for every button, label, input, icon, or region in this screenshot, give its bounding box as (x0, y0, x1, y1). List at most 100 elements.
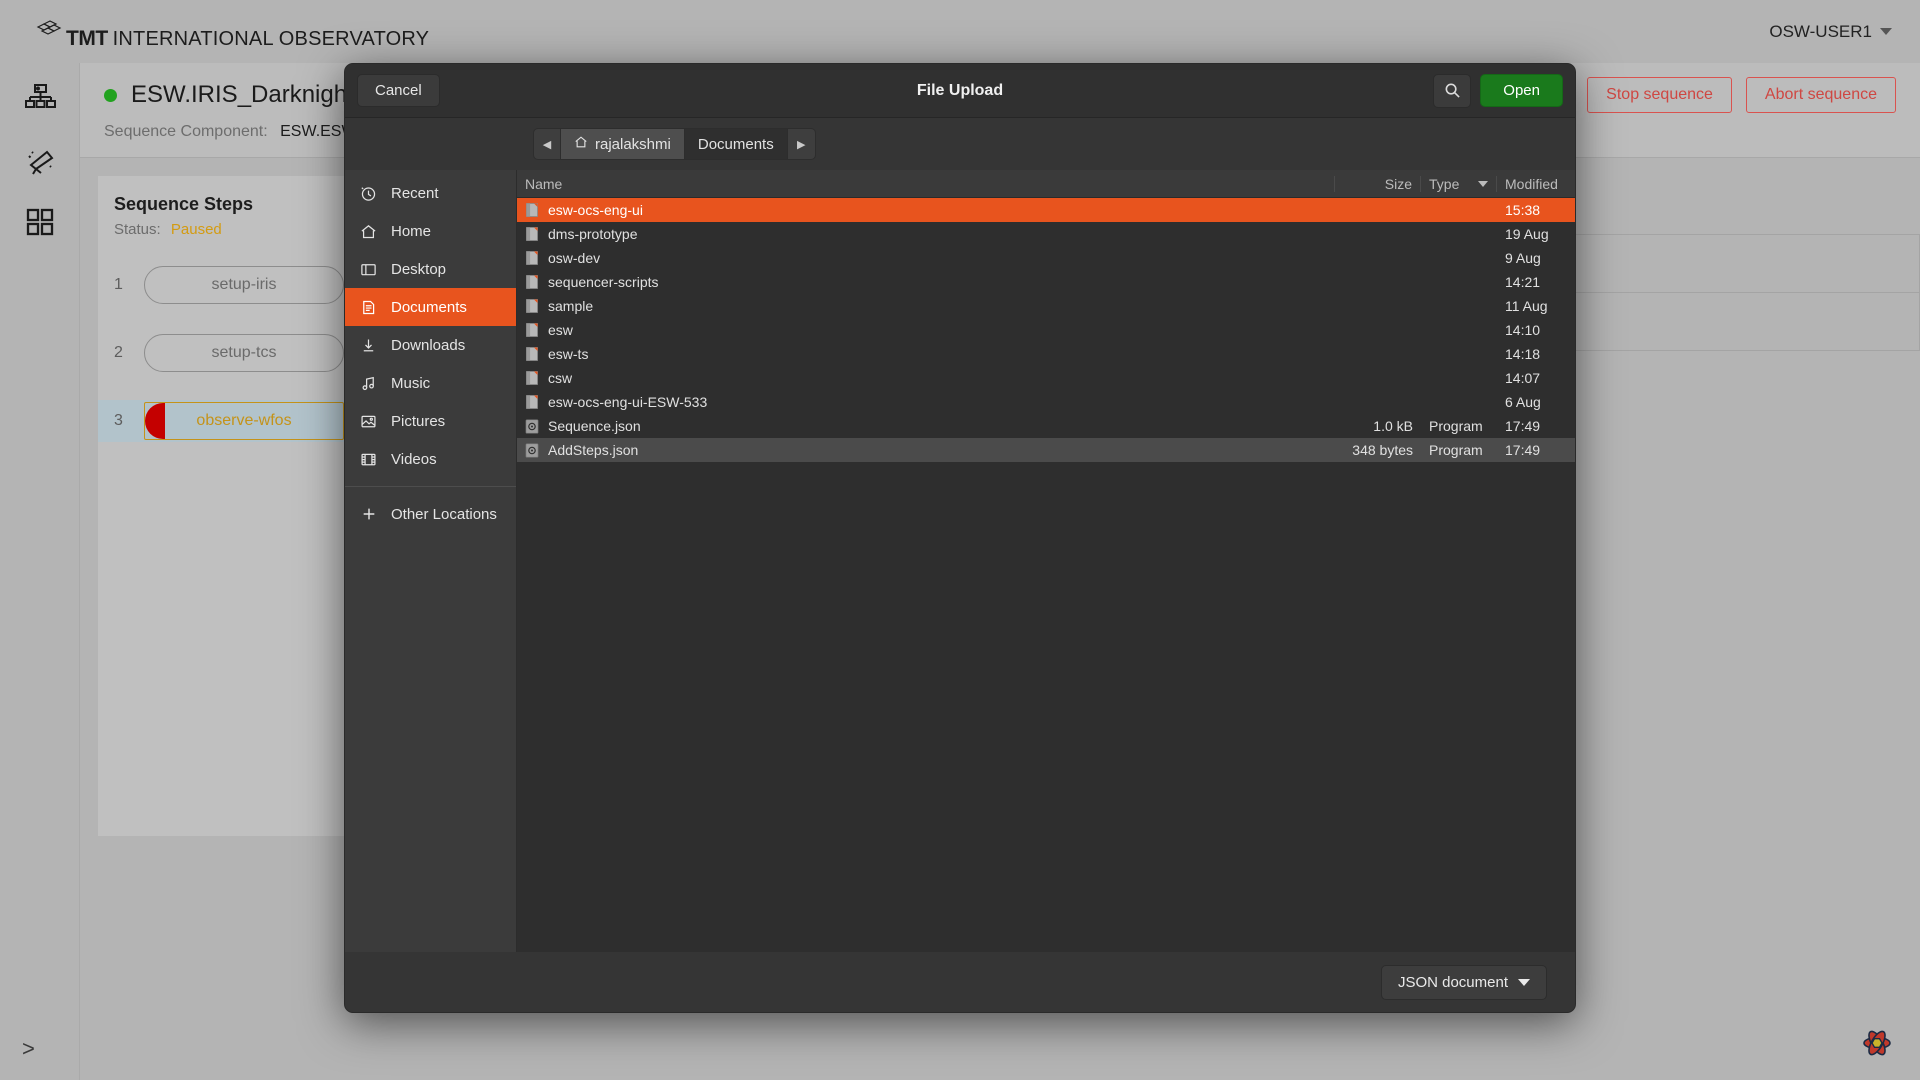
places-list: Recent Home Desktop Documents Downloads Music… (345, 174, 516, 478)
file-row[interactable]: osw-dev 9 Aug (517, 246, 1575, 270)
file-size-cell: 1.0 kB (1373, 418, 1413, 434)
sidebar-item-documents[interactable]: Documents (345, 288, 516, 326)
file-type-cell: Program (1429, 418, 1483, 434)
chevron-right-icon[interactable]: ▶ (787, 128, 816, 160)
breadcrumb-home-label: rajalakshmi (595, 135, 671, 153)
clock-icon (359, 184, 378, 203)
file-row[interactable]: Sequence.json 1.0 kB Program 17:49 (517, 414, 1575, 438)
column-header-type-label: Type (1429, 175, 1460, 192)
file-modified-cell: 14:21 (1505, 274, 1541, 290)
dialog-overlay: Cancel File Upload Open ◀ rajalakshmi Do… (0, 0, 1920, 1080)
sidebar-item-label: Home (391, 222, 432, 240)
file-name-cell: sample (517, 298, 1335, 314)
folder-icon (525, 226, 539, 242)
cancel-button[interactable]: Cancel (357, 74, 440, 107)
file-name-cell: Sequence.json (517, 418, 1335, 434)
sidebar-item-other-locations[interactable]: Other Locations (345, 495, 516, 533)
column-header-name[interactable]: Name (517, 175, 1335, 192)
file-name-cell: sequencer-scripts (517, 274, 1335, 290)
sidebar-item-downloads[interactable]: Downloads (345, 326, 516, 364)
file-type-filter-button[interactable]: JSON document (1380, 964, 1547, 1000)
sidebar-item-label: Documents (391, 298, 467, 316)
dialog-title: File Upload (916, 81, 1004, 99)
file-name: esw-ocs-eng-ui (548, 202, 643, 218)
file-name: esw (548, 322, 573, 338)
file-name: AddSteps.json (548, 442, 639, 458)
file-modified-cell: 14:18 (1505, 346, 1541, 362)
breadcrumb-home[interactable]: rajalakshmi (561, 128, 685, 160)
folder-icon (525, 298, 539, 314)
file-row[interactable]: dms-prototype 19 Aug (517, 222, 1575, 246)
sidebar-item-label: Recent (391, 184, 439, 202)
sidebar-item-label: Desktop (391, 260, 447, 278)
file-list: esw-ocs-eng-ui 15:38 dms-prototype 19 Aug os… (517, 198, 1575, 952)
sidebar-item-videos[interactable]: Videos (345, 440, 516, 478)
video-icon (359, 450, 378, 469)
file-name: Sequence.json (548, 418, 641, 434)
file-modified-cell: 15:38 (1505, 202, 1541, 218)
divider (345, 486, 516, 487)
plus-icon (359, 505, 378, 524)
file-name: sample (548, 298, 594, 314)
sidebar-item-desktop[interactable]: Desktop (345, 250, 516, 288)
breadcrumb-current[interactable]: Documents (684, 128, 788, 160)
file-modified-cell: 11 Aug (1505, 298, 1548, 314)
file-row[interactable]: esw 14:10 (517, 318, 1575, 342)
folder-icon (525, 250, 539, 266)
folder-icon (525, 370, 539, 386)
file-row[interactable]: esw-ocs-eng-ui-ESW-533 6 Aug (517, 390, 1575, 414)
chevron-left-icon[interactable]: ◀ (533, 128, 561, 160)
file-name-cell: esw-ocs-eng-ui (517, 202, 1335, 218)
file-name-cell: csw (517, 370, 1335, 386)
column-header-modified[interactable]: Modified (1497, 176, 1575, 192)
sidebar-item-label: Videos (391, 450, 437, 468)
file-modified-cell: 14:10 (1505, 322, 1541, 338)
folder-icon (525, 202, 539, 218)
folder-icon (525, 346, 539, 362)
music-icon (359, 374, 378, 393)
column-header-type[interactable]: Type (1421, 175, 1497, 192)
file-list-header: Name Size Type Modified (517, 170, 1575, 198)
file-modified-cell: 17:49 (1505, 442, 1541, 458)
file-upload-dialog: Cancel File Upload Open ◀ rajalakshmi Do… (344, 63, 1576, 1013)
desktop-icon (359, 260, 378, 279)
file-icon (525, 418, 539, 434)
file-name: esw-ocs-eng-ui-ESW-533 (548, 394, 708, 410)
file-name-cell: dms-prototype (517, 226, 1335, 242)
file-row[interactable]: csw 14:07 (517, 366, 1575, 390)
sort-descending-icon (1478, 180, 1488, 187)
column-header-size[interactable]: Size (1335, 175, 1421, 192)
file-list-panel: Name Size Type Modified esw-ocs-eng-ui 15… (517, 170, 1575, 952)
home-icon (359, 222, 378, 241)
sidebar-item-label: Music (391, 374, 431, 392)
download-icon (359, 336, 378, 355)
file-row[interactable]: sequencer-scripts 14:21 (517, 270, 1575, 294)
folder-icon (525, 322, 539, 338)
sidebar-item-home[interactable]: Home (345, 212, 516, 250)
file-name: dms-prototype (548, 226, 638, 242)
file-row[interactable]: esw-ts 14:18 (517, 342, 1575, 366)
file-name-cell: osw-dev (517, 250, 1335, 266)
file-row[interactable]: sample 11 Aug (517, 294, 1575, 318)
sidebar-item-music[interactable]: Music (345, 364, 516, 402)
sidebar-item-label: Other Locations (391, 505, 497, 523)
file-name: sequencer-scripts (548, 274, 659, 290)
file-name-cell: esw-ts (517, 346, 1335, 362)
open-button[interactable]: Open (1480, 74, 1563, 107)
breadcrumb: ◀ rajalakshmi Documents ▶ (533, 128, 816, 160)
file-modified-cell: 14:07 (1505, 370, 1541, 386)
path-bar: ◀ rajalakshmi Documents ▶ (345, 118, 1575, 170)
file-icon (525, 442, 539, 458)
file-modified-cell: 17:49 (1505, 418, 1541, 434)
file-row[interactable]: esw-ocs-eng-ui 15:38 (517, 198, 1575, 222)
file-modified-cell: 19 Aug (1505, 226, 1549, 242)
sidebar-item-label: Downloads (391, 336, 466, 354)
file-row[interactable]: AddSteps.json 348 bytes Program 17:49 (517, 438, 1575, 462)
file-type-filter-label: JSON document (1397, 973, 1508, 991)
search-icon[interactable] (1433, 73, 1472, 108)
folder-icon (525, 274, 539, 290)
dialog-footer: JSON document (345, 952, 1575, 1012)
sidebar-item-pictures[interactable]: Pictures (345, 402, 516, 440)
sidebar-item-recent[interactable]: Recent (345, 174, 516, 212)
file-modified-cell: 6 Aug (1505, 394, 1541, 410)
